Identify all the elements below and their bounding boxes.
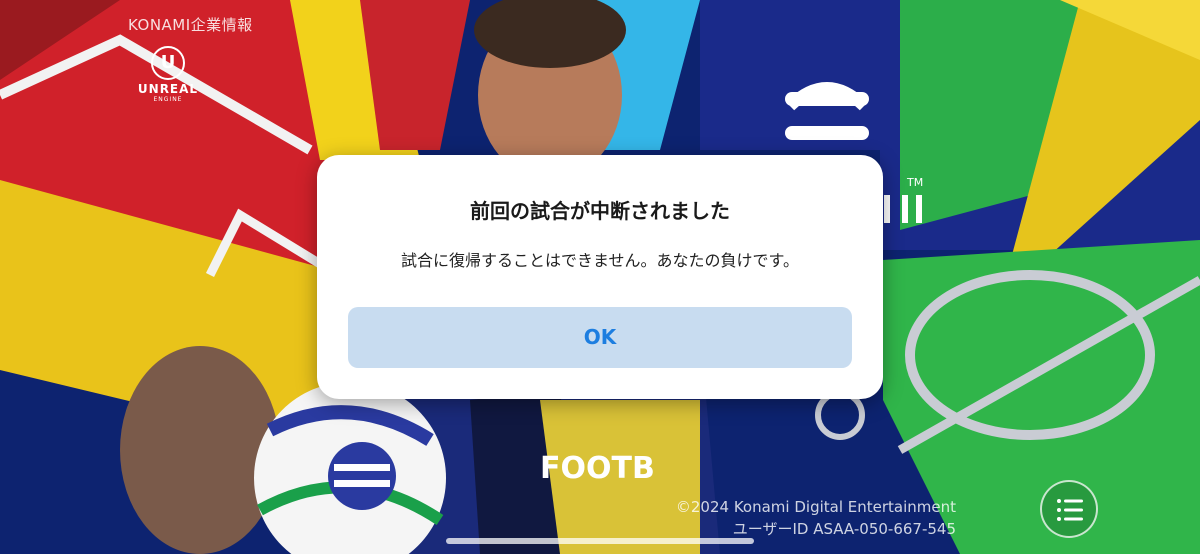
unreal-engine-logo: U UNREAL ENGINE	[132, 46, 204, 110]
konami-corporate-link[interactable]: KONAMI企業情報	[128, 14, 253, 35]
menu-list-icon	[1057, 499, 1083, 521]
game-title-screen: TM FOOTB KONAMI企業情報 U UNREAL ENGINE ©202…	[0, 0, 1200, 554]
unreal-logo-word: UNREAL	[137, 82, 199, 96]
home-indicator[interactable]	[446, 538, 754, 544]
unreal-icon: U	[151, 46, 185, 80]
footer-info: ©2024 Konami Digital Entertainment ユーザーI…	[676, 496, 956, 540]
user-id-text: ユーザーID ASAA-050-667-545	[732, 520, 956, 538]
svg-text:FOOTB: FOOTB	[540, 451, 655, 486]
match-interrupted-dialog: 前回の試合が中断されました 試合に復帰することはできません。あなたの負けです。 …	[317, 155, 883, 399]
unreal-logo-sub: ENGINE	[153, 96, 183, 103]
svg-text:TM: TM	[906, 176, 923, 189]
ok-button[interactable]: OK	[348, 307, 852, 368]
copyright-text: ©2024 Konami Digital Entertainment	[675, 498, 956, 516]
menu-button[interactable]	[1040, 480, 1098, 538]
dialog-message: 試合に復帰することはできません。あなたの負けです。	[401, 251, 799, 270]
dialog-title: 前回の試合が中断されました	[470, 199, 730, 223]
